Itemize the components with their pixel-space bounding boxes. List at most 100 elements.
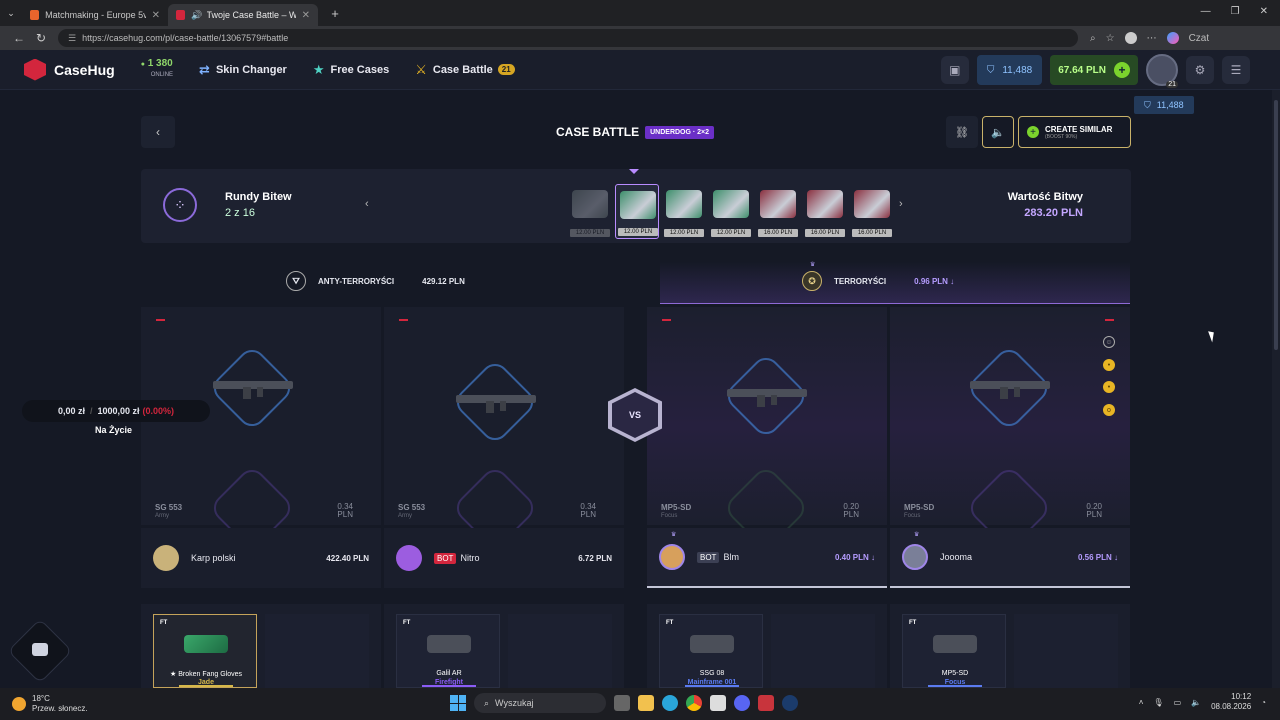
- battle-value-label: Wartość Bitwy: [1007, 191, 1083, 203]
- menu-dots-icon[interactable]: ⋯: [1147, 33, 1157, 44]
- clock[interactable]: 10:12 08.08.2026: [1211, 692, 1251, 712]
- back-button[interactable]: ‹: [141, 116, 175, 148]
- emoji-sad-icon[interactable]: •: [1103, 381, 1115, 393]
- case-price: 12.00 PLN: [618, 228, 658, 236]
- case-thumb[interactable]: 12.00 PLN: [662, 184, 706, 239]
- sub-gems-balance: ⛉ 11,488: [1134, 96, 1194, 114]
- deposit-plus-icon[interactable]: +: [1114, 62, 1130, 78]
- case-thumb[interactable]: 12.00 PLN: [709, 184, 753, 239]
- wallet-label: Na Życie: [95, 425, 133, 435]
- tab-matchmaking[interactable]: Matchmaking - Europe 5v5 Queue ✕: [22, 4, 168, 26]
- case-thumb[interactable]: 16.00 PLN: [803, 184, 847, 239]
- money-balance[interactable]: 67.64 PLN +: [1050, 55, 1138, 85]
- close-window-icon[interactable]: ✕: [1260, 6, 1268, 17]
- copy-link-button[interactable]: ⛓: [946, 116, 978, 148]
- chevron-up-icon[interactable]: ˄: [1139, 698, 1144, 707]
- site-info-icon[interactable]: ☰: [68, 33, 76, 44]
- case-thumb[interactable]: 16.00 PLN: [850, 184, 894, 239]
- gems-balance[interactable]: ⛉ 11,488: [976, 55, 1043, 85]
- weather-widget[interactable]: 18°C Przew. słonecz.: [12, 694, 88, 714]
- back-icon[interactable]: ←: [8, 31, 30, 45]
- create-similar-button[interactable]: + CREATE SIMILAR (BOOST 90%): [1018, 116, 1131, 148]
- network-icon[interactable]: ▭: [1174, 698, 1182, 707]
- case-thumb[interactable]: 16.00 PLN: [756, 184, 800, 239]
- item-name: ★ Broken Fang Gloves: [169, 671, 243, 678]
- settings-button[interactable]: ⚙: [1186, 56, 1214, 84]
- player-name: Karp polski: [191, 553, 236, 563]
- casehug-logo[interactable]: CaseHug: [24, 58, 115, 81]
- case-box-icon: [713, 190, 749, 218]
- minimize-icon[interactable]: —: [1201, 6, 1211, 17]
- crown-icon: ♛: [914, 532, 920, 538]
- rounds-next-icon[interactable]: ›: [899, 198, 903, 210]
- player-card[interactable]: BOT Blm 0.40 PLN ↓ ♛: [647, 528, 887, 588]
- user-avatar[interactable]: 21: [1146, 54, 1178, 88]
- item-name: MP5-SD: [941, 670, 969, 677]
- life-savings-bar: 0,00 zł / 1000,00 zł (0.00%): [22, 400, 210, 422]
- case-thumb[interactable]: 12.00 PLN: [568, 184, 612, 239]
- case-price: 12.00 PLN: [664, 229, 704, 237]
- link-icon: ⛓: [955, 126, 969, 139]
- taskbar-search[interactable]: ⌕ Wyszukaj: [474, 693, 606, 713]
- tab-list-icon[interactable]: ⌄: [0, 8, 22, 19]
- zoom-icon[interactable]: ⌕: [1090, 33, 1096, 44]
- emoji-shocked-icon[interactable]: o: [1103, 404, 1115, 416]
- search-icon: ⌕: [484, 697, 490, 708]
- close-icon[interactable]: ✕: [302, 10, 310, 21]
- notification-icon[interactable]: ◔: [1261, 698, 1266, 707]
- menu-button[interactable]: ☰: [1222, 56, 1250, 84]
- address-bar[interactable]: ☰ https://casehug.com/pl/case-battle/130…: [58, 29, 1078, 47]
- won-item-card[interactable]: FT Galil AR Firefight: [396, 614, 500, 688]
- weapon-name: MP5-SD: [661, 503, 692, 512]
- tab-title: Matchmaking - Europe 5v5 Queue: [45, 10, 146, 20]
- reload-icon[interactable]: ↻: [30, 31, 52, 45]
- team-name: TERRORYŚCI: [834, 276, 887, 286]
- steam-icon[interactable]: [782, 695, 798, 711]
- player-card[interactable]: Joooma 0.56 PLN ↓ ♛: [890, 528, 1130, 588]
- scrollbar-thumb[interactable]: [1274, 100, 1278, 350]
- store-icon[interactable]: [710, 695, 726, 711]
- player-card[interactable]: BOT Nitro 6.72 PLN: [384, 528, 624, 588]
- page-scrollbar[interactable]: [1272, 90, 1280, 688]
- online-label: ONLINE: [150, 72, 174, 78]
- gift-button[interactable]: ▣: [940, 56, 969, 84]
- new-tab-button[interactable]: +: [324, 6, 346, 21]
- player-avatar[interactable]: [659, 544, 685, 570]
- file-explorer-icon[interactable]: [638, 695, 654, 711]
- team-value: 0.96 PLN ↓: [914, 276, 955, 286]
- bookmark-star-icon[interactable]: ☆: [1106, 33, 1115, 44]
- nav-skin-changer[interactable]: ⇄ Skin Changer: [199, 62, 287, 78]
- player-avatar[interactable]: [153, 545, 179, 571]
- emoji-picker-icon[interactable]: ☺: [1103, 336, 1115, 348]
- task-view-icon[interactable]: [614, 695, 630, 711]
- edge-icon[interactable]: [662, 695, 678, 711]
- won-item-card[interactable]: FT ★ Broken Fang Gloves Jade: [153, 614, 257, 688]
- won-item-card[interactable]: FT SSG 08 Mainframe 001: [659, 614, 763, 688]
- microphone-icon[interactable]: 🎙: [1153, 698, 1163, 707]
- discord-icon[interactable]: [734, 695, 750, 711]
- player-name: Blm: [723, 552, 739, 562]
- speaker-icon[interactable]: 🔊: [191, 10, 202, 21]
- weapon-skin: Focus: [904, 513, 921, 519]
- copilot-label[interactable]: Czat: [1189, 33, 1210, 44]
- tab-case-battle[interactable]: 🔊 Twoje Case Battle – Wygrywaj ✕: [168, 4, 318, 26]
- sound-toggle-button[interactable]: 🔈: [982, 116, 1014, 148]
- rounds-prev-icon[interactable]: ‹: [365, 198, 369, 210]
- online-count: 1 380: [147, 58, 173, 69]
- profile-icon[interactable]: [1124, 32, 1137, 44]
- copilot-icon[interactable]: [1166, 32, 1179, 44]
- emoji-neutral-icon[interactable]: •: [1103, 359, 1115, 371]
- nav-free-cases[interactable]: ★ Free Cases: [313, 62, 389, 78]
- case-thumb[interactable]: 12.00 PLN: [615, 184, 659, 239]
- nav-case-battle[interactable]: ⚔ Case Battle 21: [415, 62, 515, 78]
- maximize-icon[interactable]: ❐: [1231, 6, 1240, 17]
- player-avatar[interactable]: [902, 544, 928, 570]
- close-icon[interactable]: ✕: [152, 10, 160, 21]
- player-avatar[interactable]: [396, 545, 422, 571]
- antivirus-icon[interactable]: [758, 695, 774, 711]
- windows-start-icon[interactable]: [450, 695, 466, 711]
- won-item-card[interactable]: FT MP5-SD Focus: [902, 614, 1006, 688]
- volume-icon[interactable]: 🔈: [1191, 698, 1201, 707]
- chrome-icon[interactable]: [686, 695, 702, 711]
- player-card[interactable]: Karp polski 422.40 PLN: [141, 528, 381, 588]
